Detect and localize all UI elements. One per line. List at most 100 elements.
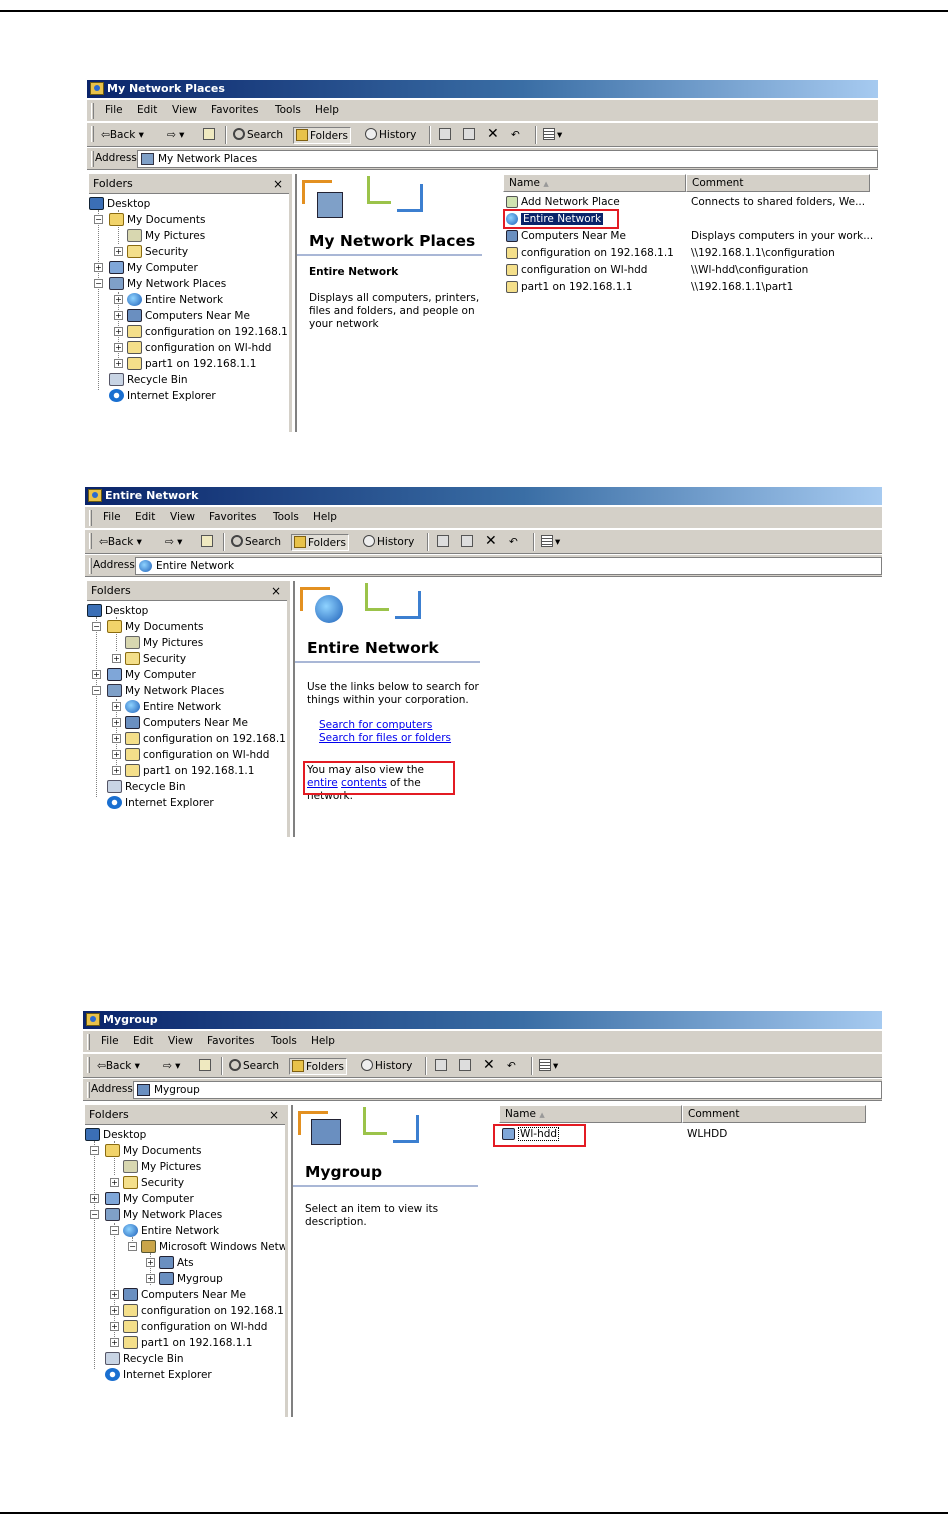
expand-toggle[interactable]: +	[114, 327, 123, 336]
menu-favorites[interactable]: Favorites	[207, 1035, 254, 1047]
expand-toggle[interactable]: +	[90, 1194, 99, 1203]
expand-toggle[interactable]: +	[146, 1258, 155, 1267]
collapse-toggle[interactable]: −	[128, 1242, 137, 1251]
history-button[interactable]: History	[363, 534, 414, 551]
tree-internet-explorer[interactable]: Internet Explorer	[107, 795, 214, 811]
column-comment-header[interactable]: Comment	[682, 1105, 866, 1123]
back-button[interactable]: ⇦Back ▾	[99, 534, 142, 551]
address-field[interactable]: Entire Network	[135, 557, 882, 575]
menu-edit[interactable]: Edit	[133, 1035, 153, 1047]
list-item[interactable]: part1 on 192.168.1.1	[506, 279, 632, 295]
expand-toggle[interactable]: +	[112, 702, 121, 711]
copy-to-button[interactable]	[461, 534, 475, 551]
expand-toggle[interactable]: +	[112, 750, 121, 759]
tree-security[interactable]: Security	[127, 244, 188, 260]
history-button[interactable]: History	[365, 127, 416, 144]
menu-file[interactable]: File	[103, 511, 121, 523]
tree-desktop[interactable]: Desktop	[85, 1127, 146, 1143]
tree-part1[interactable]: part1 on 192.168.1.1	[125, 763, 254, 779]
title-bar[interactable]: Mygroup	[83, 1011, 882, 1029]
tree-security[interactable]: Security	[125, 651, 186, 667]
views-button[interactable]: ▾	[543, 127, 562, 144]
copy-to-button[interactable]	[463, 127, 477, 144]
up-folder-button[interactable]	[201, 534, 215, 551]
tree-entire-network[interactable]: Entire Network	[127, 292, 223, 308]
tree-internet-explorer[interactable]: Internet Explorer	[105, 1367, 212, 1383]
menu-view[interactable]: View	[170, 511, 195, 523]
title-bar[interactable]: Entire Network	[85, 487, 882, 505]
collapse-toggle[interactable]: −	[90, 1146, 99, 1155]
tree-configuration-wlhdd[interactable]: configuration on Wl-hdd	[125, 747, 269, 763]
move-to-button[interactable]	[437, 534, 451, 551]
tree-my-computer[interactable]: My Computer	[107, 667, 196, 683]
menu-view[interactable]: View	[172, 104, 197, 116]
back-button[interactable]: ⇦Back ▾	[101, 127, 144, 144]
expand-toggle[interactable]: +	[114, 343, 123, 352]
tree-my-network-places[interactable]: My Network Places	[109, 276, 226, 292]
tree-my-network-places[interactable]: My Network Places	[107, 683, 224, 699]
delete-button[interactable]: ✕	[485, 533, 497, 550]
close-icon[interactable]: ×	[273, 174, 283, 194]
tree-my-documents[interactable]: My Documents	[105, 1143, 201, 1159]
views-button[interactable]: ▾	[539, 1058, 558, 1075]
expand-toggle[interactable]: +	[112, 766, 121, 775]
expand-toggle[interactable]: +	[110, 1322, 119, 1331]
search-button[interactable]: Search	[229, 1058, 279, 1075]
back-dropdown-icon[interactable]: ▾	[137, 536, 142, 548]
tree-my-documents[interactable]: My Documents	[107, 619, 203, 635]
tree-computers-near-me[interactable]: Computers Near Me	[123, 1287, 246, 1303]
up-folder-button[interactable]	[199, 1058, 213, 1075]
tree-internet-explorer[interactable]: Internet Explorer	[109, 388, 216, 404]
tree-computers-near-me[interactable]: Computers Near Me	[125, 715, 248, 731]
expand-toggle[interactable]: +	[110, 1338, 119, 1347]
collapse-toggle[interactable]: −	[94, 279, 103, 288]
back-button[interactable]: ⇦Back ▾	[97, 1058, 140, 1075]
expand-toggle[interactable]: +	[146, 1274, 155, 1283]
tree-entire-network[interactable]: Entire Network	[123, 1223, 219, 1239]
menu-tools[interactable]: Tools	[273, 511, 299, 523]
tree-configuration-wlhdd[interactable]: configuration on Wl-hdd	[123, 1319, 267, 1335]
copy-to-button[interactable]	[459, 1058, 473, 1075]
views-button[interactable]: ▾	[541, 534, 560, 551]
delete-button[interactable]: ✕	[483, 1057, 495, 1074]
folders-button[interactable]: Folders	[293, 127, 351, 144]
tree-recycle-bin[interactable]: Recycle Bin	[107, 779, 186, 795]
expand-toggle[interactable]: +	[112, 718, 121, 727]
list-item[interactable]: configuration on Wl-hdd	[506, 262, 647, 278]
search-button[interactable]: Search	[231, 534, 281, 551]
forward-dropdown-icon[interactable]: ▾	[179, 129, 184, 141]
folders-button[interactable]: Folders	[291, 534, 349, 551]
expand-toggle[interactable]: +	[110, 1306, 119, 1315]
collapse-toggle[interactable]: −	[92, 622, 101, 631]
tree-recycle-bin[interactable]: Recycle Bin	[109, 372, 188, 388]
up-folder-button[interactable]	[203, 127, 217, 144]
menu-edit[interactable]: Edit	[137, 104, 157, 116]
tree-entire-network[interactable]: Entire Network	[125, 699, 221, 715]
tree-desktop[interactable]: Desktop	[89, 196, 150, 212]
expand-toggle[interactable]: +	[114, 295, 123, 304]
collapse-toggle[interactable]: −	[110, 1226, 119, 1235]
expand-toggle[interactable]: +	[110, 1290, 119, 1299]
tree-configuration-192[interactable]: configuration on 192.168.1.1	[123, 1303, 285, 1319]
expand-toggle[interactable]: +	[114, 247, 123, 256]
history-button[interactable]: History	[361, 1058, 412, 1075]
tree-computers-near-me[interactable]: Computers Near Me	[127, 308, 250, 324]
expand-toggle[interactable]: +	[114, 311, 123, 320]
menu-help[interactable]: Help	[313, 511, 337, 523]
expand-toggle[interactable]: +	[94, 263, 103, 272]
column-name-header[interactable]: Name ▲	[503, 174, 686, 192]
tree-my-pictures[interactable]: My Pictures	[123, 1159, 201, 1175]
expand-toggle[interactable]: +	[110, 1178, 119, 1187]
search-files-link[interactable]: Search for files or folders	[319, 732, 491, 745]
tree-part1[interactable]: part1 on 192.168.1.1	[123, 1335, 252, 1351]
tree-my-documents[interactable]: My Documents	[109, 212, 205, 228]
undo-button[interactable]: ↶	[511, 127, 520, 144]
back-dropdown-icon[interactable]: ▾	[135, 1060, 140, 1072]
move-to-button[interactable]	[435, 1058, 449, 1075]
tree-desktop[interactable]: Desktop	[87, 603, 148, 619]
tree-ats[interactable]: Ats	[159, 1255, 194, 1271]
tree-my-pictures[interactable]: My Pictures	[127, 228, 205, 244]
forward-dropdown-icon[interactable]: ▾	[177, 536, 182, 548]
list-item[interactable]: Computers Near Me	[506, 228, 626, 244]
menu-file[interactable]: File	[105, 104, 123, 116]
